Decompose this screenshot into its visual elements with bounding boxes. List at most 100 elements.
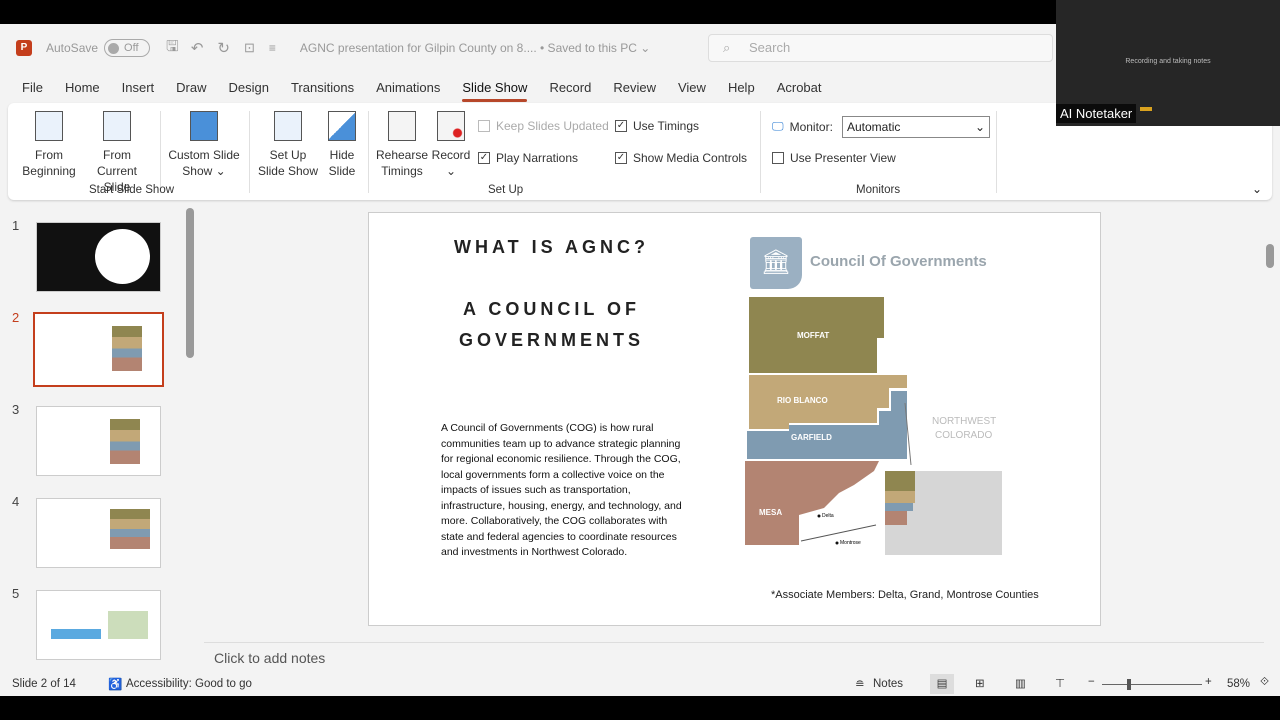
- label: Set Up: [269, 148, 307, 162]
- from-current-slide-button[interactable]: From Current Slide: [82, 111, 152, 195]
- tab-transitions[interactable]: Transitions: [280, 76, 365, 100]
- tab-record[interactable]: Record: [538, 76, 602, 100]
- slide-scrollbar[interactable]: [1266, 208, 1274, 628]
- monitor-select[interactable]: Automatic ⌄: [842, 116, 990, 138]
- use-timings-checkbox[interactable]: ✓ Use Timings: [615, 119, 699, 133]
- participant-name: AI Notetaker: [1056, 104, 1137, 123]
- redo-icon[interactable]: ↻: [217, 39, 230, 57]
- slide-body-text: A Council of Governments (COG) is how ru…: [441, 422, 682, 558]
- current-slide-icon: [103, 111, 131, 141]
- group-start-slide-show: Start Slide Show: [89, 184, 175, 196]
- label: Use Presenter View: [790, 151, 896, 165]
- hide-slide-button[interactable]: Hide Slide: [322, 111, 362, 179]
- label: ⌄: [445, 164, 457, 178]
- inset-rio-blanco: [885, 491, 915, 503]
- thumbnail-slide-5[interactable]: [36, 590, 161, 660]
- play-narrations-checkbox[interactable]: ✓ Play Narrations: [478, 151, 578, 165]
- collapse-ribbon-icon[interactable]: ⌄: [1252, 182, 1262, 196]
- slide-canvas[interactable]: WHAT IS AGNC? A COUNCIL OF GOVERNMENTS A…: [368, 212, 1101, 626]
- label: Use Timings: [633, 119, 700, 133]
- tab-review[interactable]: Review: [602, 76, 667, 100]
- select-value: Automatic: [847, 120, 901, 134]
- document-title[interactable]: AGNC presentation for Gilpin County on 8…: [300, 41, 650, 55]
- chevron-down-icon: ⌄: [974, 120, 985, 134]
- thumbnail-slide-1[interactable]: [36, 222, 161, 292]
- undo-icon[interactable]: ↶: [191, 39, 204, 57]
- tab-home[interactable]: Home: [54, 76, 111, 100]
- zoom-slider[interactable]: [1102, 679, 1202, 690]
- notes-button[interactable]: Notes: [873, 678, 903, 690]
- normal-view-icon[interactable]: ▤: [930, 674, 954, 694]
- tab-file[interactable]: File: [0, 76, 54, 100]
- tab-slide-show[interactable]: Slide Show: [451, 76, 538, 102]
- autosave-toggle[interactable]: Off: [104, 39, 151, 57]
- reading-view-icon[interactable]: ▥: [1015, 676, 1026, 690]
- check-icon: ✓: [615, 152, 627, 164]
- label: Show ⌄: [182, 164, 226, 178]
- present-icon[interactable]: ⊡: [244, 40, 255, 56]
- label: From: [103, 148, 131, 162]
- zoom-out-icon[interactable]: −: [1088, 676, 1095, 688]
- inset-mesa: [885, 511, 907, 525]
- tab-acrobat[interactable]: Acrobat: [766, 76, 833, 100]
- label: Record: [431, 148, 471, 162]
- autosave-label: AutoSave: [46, 41, 99, 55]
- hide-slide-icon: [328, 111, 356, 141]
- cog-logo-text: Council Of Governments: [810, 253, 987, 270]
- thumbnail-slide-3[interactable]: [36, 406, 161, 476]
- thumbnail-slide-2[interactable]: [33, 312, 164, 387]
- rehearse-timings-button[interactable]: Rehearse Timings: [374, 111, 430, 179]
- region-label: COLORADO: [935, 430, 992, 441]
- label: Keep Slides Updated: [496, 119, 609, 133]
- zoom-slider-thumb[interactable]: [1127, 679, 1131, 690]
- notes-placeholder: Click to add notes: [214, 650, 326, 666]
- tab-draw[interactable]: Draw: [165, 76, 217, 100]
- tab-help[interactable]: Help: [717, 76, 766, 100]
- stopwatch-icon: [388, 111, 416, 141]
- thumbnail-scrollbar[interactable]: [186, 208, 194, 358]
- tab-view[interactable]: View: [667, 76, 717, 100]
- custom-show-icon: [190, 111, 218, 141]
- accessibility-status[interactable]: Accessibility: Good to go: [126, 678, 252, 690]
- accessibility-icon[interactable]: ♿: [108, 677, 122, 691]
- monitor-label: 🖵 Monitor:: [772, 119, 833, 134]
- slide-sorter-icon[interactable]: ⊞: [975, 676, 985, 690]
- notes-icon[interactable]: ≘: [855, 677, 865, 691]
- slide-number: 3: [12, 402, 20, 417]
- save-icon[interactable]: 🖫: [166, 36, 179, 61]
- zoom-level[interactable]: 58%: [1227, 678, 1250, 690]
- slide-number: 2: [12, 310, 20, 325]
- slide-subtitle-line1: A COUNCIL OF: [463, 299, 640, 319]
- thumbnail-slide-4[interactable]: [36, 498, 161, 568]
- notes-pane[interactable]: Click to add notes: [204, 642, 1264, 670]
- county-label: GARFIELD: [791, 433, 832, 442]
- search-input[interactable]: ⌕ Search: [708, 34, 1053, 62]
- tab-insert[interactable]: Insert: [111, 76, 166, 100]
- slide-show-icon[interactable]: ⊤: [1055, 676, 1065, 690]
- customize-toolbar-icon[interactable]: ≡: [269, 41, 276, 55]
- use-presenter-view-checkbox[interactable]: Use Presenter View: [772, 151, 896, 165]
- fit-to-window-icon[interactable]: ⟐: [1260, 676, 1269, 689]
- keep-slides-updated-checkbox[interactable]: Keep Slides Updated: [478, 119, 609, 133]
- slide-title: WHAT IS AGNC?: [454, 237, 649, 257]
- zoom-in-icon[interactable]: +: [1205, 676, 1212, 688]
- record-icon: [437, 111, 465, 141]
- status-bar: Slide 2 of 14 ♿ Accessibility: Good to g…: [0, 673, 1280, 696]
- play-slide-icon: [35, 111, 63, 141]
- search-placeholder: Search: [749, 40, 791, 55]
- show-media-controls-checkbox[interactable]: ✓ Show Media Controls: [615, 151, 747, 165]
- custom-slide-show-button[interactable]: Custom Slide Show ⌄: [166, 111, 242, 179]
- tab-animations[interactable]: Animations: [365, 76, 451, 100]
- county-label: MESA: [759, 508, 782, 517]
- recording-message: Recording and taking notes: [1125, 58, 1211, 65]
- from-beginning-button[interactable]: From Beginning: [18, 111, 80, 179]
- label: Slide Show: [257, 164, 319, 178]
- record-button[interactable]: Record ⌄: [430, 111, 472, 179]
- label: Beginning: [22, 164, 76, 178]
- tab-design[interactable]: Design: [218, 76, 280, 100]
- checkbox-icon: [772, 152, 784, 164]
- set-up-slide-show-button[interactable]: Set Up Slide Show: [256, 111, 320, 179]
- inset-garfield: [885, 503, 913, 511]
- cog-logo-icon: 🏛: [750, 237, 802, 289]
- inset-moffat: [885, 471, 915, 491]
